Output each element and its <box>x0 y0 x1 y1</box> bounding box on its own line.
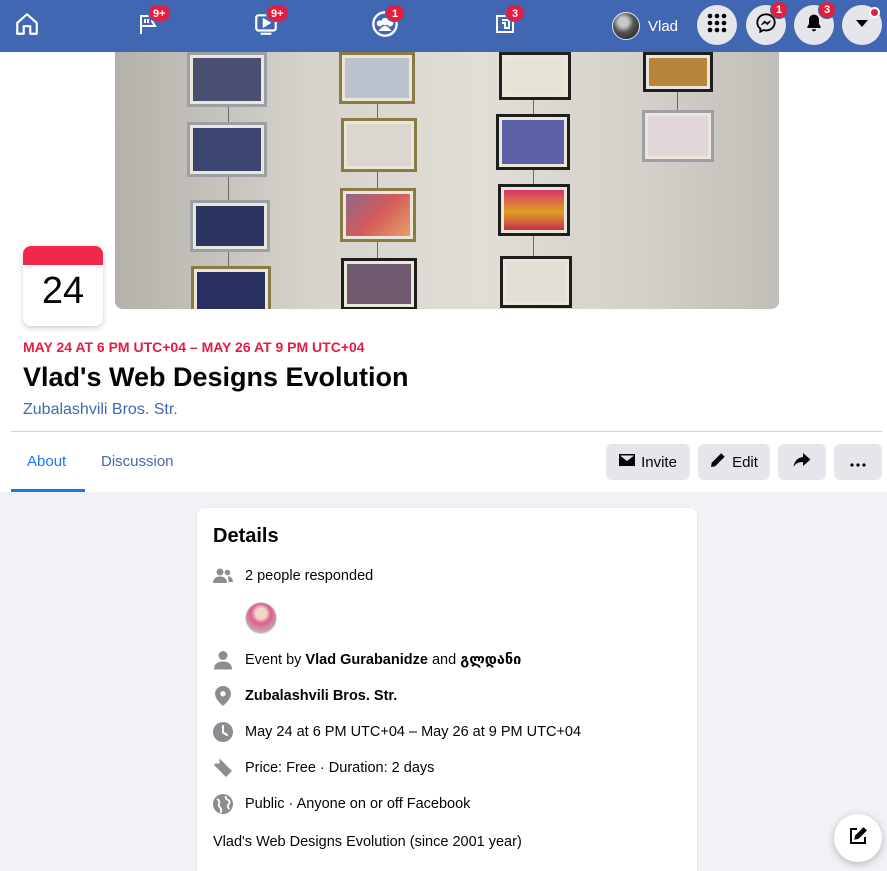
profile-chip[interactable]: Vlad <box>612 10 678 42</box>
edit-label: Edit <box>732 453 758 471</box>
event-header: 24 MAY 24 AT 6 PM UTC+04 – MAY 26 AT 9 P… <box>0 52 887 492</box>
details-location-link[interactable]: Zubalashvili Bros. Str. <box>245 688 397 704</box>
gaming-button[interactable]: 3 <box>487 4 525 44</box>
messenger-button[interactable]: 1 <box>746 1 788 45</box>
profile-name: Vlad <box>648 17 679 35</box>
home-icon <box>14 11 40 42</box>
pencil-icon <box>710 452 726 472</box>
share-arrow-icon <box>793 452 811 472</box>
top-navigation-bar: 9+ 9+ 1 3 Vlad 1 3 <box>0 0 887 52</box>
groups-button[interactable]: 1 <box>367 4 405 44</box>
details-heading: Details <box>213 525 279 547</box>
privacy-row: Public · Anyone on or off Facebook <box>213 793 470 815</box>
responded-text: 2 people responded <box>245 568 374 584</box>
tab-about[interactable]: About <box>27 453 66 470</box>
host-and-text: and <box>431 652 457 668</box>
new-message-button[interactable] <box>834 814 882 862</box>
responded-row[interactable]: 2 people responded <box>213 565 373 587</box>
location-row: Zubalashvili Bros. Str. <box>213 685 397 707</box>
event-by-prefix: Event by <box>245 652 302 668</box>
person-icon <box>213 650 233 670</box>
groups-badge: 1 <box>385 4 405 22</box>
event-title: Vlad's Web Designs Evolution <box>23 362 409 392</box>
host-link-gldani[interactable]: გლდანი <box>460 652 521 668</box>
edit-button[interactable]: Edit <box>698 444 770 480</box>
globe-icon <box>213 794 233 814</box>
location-pin-icon <box>213 686 233 706</box>
details-privacy: Public · Anyone on or off Facebook <box>245 796 471 812</box>
event-date-range: MAY 24 AT 6 PM UTC+04 – MAY 26 AT 9 PM U… <box>23 339 365 355</box>
account-dot-badge <box>869 7 880 18</box>
event-day-number: 24 <box>41 270 85 312</box>
host-link-vlad[interactable]: Vlad Gurabanidze <box>305 652 427 668</box>
details-datetime: May 24 at 6 PM UTC+04 – May 26 at 9 PM U… <box>245 724 582 740</box>
event-location-link[interactable]: Zubalashvili Bros. Str. <box>23 401 178 419</box>
event-date-badge: 24 <box>23 246 103 326</box>
envelope-icon <box>619 453 636 471</box>
details-card: Details 2 people responded Event by Vlad… <box>197 508 697 871</box>
people-icon <box>213 566 233 586</box>
watch-badge: 9+ <box>266 4 289 22</box>
event-description: Vlad's Web Designs Evolution (since 2001… <box>213 834 522 850</box>
pages-badge: 9+ <box>148 4 171 22</box>
compose-icon <box>848 826 868 851</box>
notifications-badge: 3 <box>818 1 836 19</box>
grid-menu-icon <box>706 12 728 39</box>
caret-down-icon <box>854 15 870 36</box>
invite-button[interactable]: Invite <box>606 444 690 480</box>
invite-label: Invite <box>641 453 677 471</box>
cover-photo <box>115 52 779 309</box>
share-button[interactable] <box>778 444 826 480</box>
details-price: Price: Free · Duration: 2 days <box>245 760 435 776</box>
clock-icon <box>213 722 233 742</box>
watch-button[interactable]: 9+ <box>248 4 289 44</box>
price-row: Price: Free · Duration: 2 days <box>213 757 434 779</box>
menu-button[interactable] <box>697 5 737 45</box>
more-options-button[interactable] <box>834 444 882 480</box>
home-button[interactable] <box>9 8 45 44</box>
messenger-badge: 1 <box>770 1 788 19</box>
gaming-badge: 3 <box>505 4 525 22</box>
responder-avatar[interactable] <box>245 602 277 634</box>
account-button[interactable] <box>842 5 882 45</box>
datetime-row: May 24 at 6 PM UTC+04 – May 26 at 9 PM U… <box>213 721 581 743</box>
ticket-icon <box>213 758 233 778</box>
active-tab-indicator <box>11 489 85 492</box>
notifications-button[interactable]: 3 <box>794 1 836 45</box>
tab-discussion[interactable]: Discussion <box>101 453 174 470</box>
host-row: Event by Vlad Gurabanidze and გლდანი <box>213 649 521 671</box>
header-divider <box>11 431 882 432</box>
profile-avatar <box>612 12 640 40</box>
calendar-header-strip <box>23 246 103 265</box>
more-dots-icon <box>850 454 866 471</box>
pages-button[interactable]: 9+ <box>130 4 171 44</box>
